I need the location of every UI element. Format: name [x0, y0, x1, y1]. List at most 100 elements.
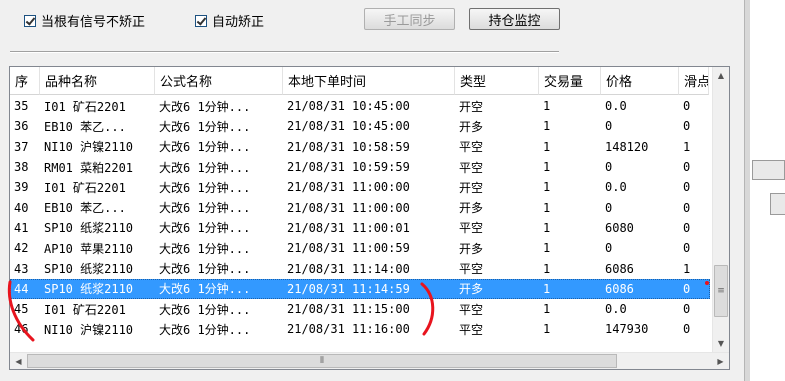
cell-slippage: 1	[683, 139, 691, 154]
table-row[interactable]: 39 I01 矿石2201 大改6 1分钟... 21/08/31 11:00:00 开…	[10, 177, 710, 197]
scroll-left-icon[interactable]: ◀	[10, 353, 27, 369]
list-rows: 35 I01 矿石2201 大改6 1分钟... 21/08/31 10:45:00 开…	[10, 96, 710, 340]
cell-type: 平空	[459, 262, 484, 277]
table-row-selected[interactable]: 44 SP10 纸浆2110 大改6 1分钟... 21/08/31 11:14:59…	[10, 278, 710, 299]
cell-symbol: SP10 纸浆2110	[44, 221, 134, 236]
checkbox-checked-icon[interactable]	[195, 14, 207, 27]
cell-slippage: 0	[683, 180, 691, 195]
table-row[interactable]: 38 RM01 菜粕2201 大改6 1分钟... 21/08/31 10:59:59…	[10, 157, 710, 177]
cell-type: 平空	[459, 160, 484, 175]
cell-symbol: NI10 沪镍2110	[44, 140, 134, 155]
cell-slippage: 0	[683, 302, 691, 317]
cell-volume: 1	[543, 119, 551, 134]
cell-slippage: 0	[683, 220, 691, 235]
cell-seq: 43	[14, 261, 29, 276]
cell-time: 21/08/31 10:45:00	[287, 119, 410, 134]
cell-seq: 40	[14, 200, 29, 215]
scroll-down-icon[interactable]: ▼	[713, 335, 729, 352]
horizontal-scrollbar[interactable]: ◀ ⦀ ▶	[10, 352, 729, 369]
divider	[10, 51, 559, 53]
cell-volume: 1	[543, 99, 551, 114]
cell-time: 21/08/31 10:59:59	[287, 160, 410, 175]
cell-price: 6086	[605, 281, 634, 296]
cell-type: 平空	[459, 140, 484, 155]
cell-time: 21/08/31 10:58:59	[287, 139, 410, 154]
table-row[interactable]: 46 NI10 沪镍2110 大改6 1分钟... 21/08/31 11:16:00…	[10, 319, 710, 339]
cell-symbol: EB10 苯乙...	[44, 119, 126, 134]
header-col-seq[interactable]: 序	[10, 67, 40, 95]
cell-slippage: 0	[683, 281, 691, 296]
cell-volume: 1	[543, 322, 551, 337]
vertical-scroll-thumb[interactable]: ≡	[714, 265, 728, 317]
cell-seq: 41	[14, 220, 29, 235]
cell-formula: 大改6 1分钟...	[159, 302, 251, 317]
cell-formula: 大改6 1分钟...	[159, 221, 251, 236]
horizontal-scroll-thumb[interactable]: ⦀	[27, 354, 617, 368]
cell-time: 21/08/31 11:00:00	[287, 180, 410, 195]
header-col-slippage[interactable]: 滑点	[679, 67, 709, 95]
table-row[interactable]: 42 AP10 苹果2110 大改6 1分钟... 21/08/31 11:00:59…	[10, 238, 710, 258]
auto-correct-option[interactable]: 自动矫正	[195, 11, 264, 30]
cell-time: 21/08/31 11:14:59	[287, 281, 410, 296]
position-monitor-button[interactable]: 持仓监控	[469, 8, 560, 30]
cell-time: 21/08/31 11:00:01	[287, 220, 410, 235]
cell-formula: 大改6 1分钟...	[159, 322, 251, 337]
cell-price: 148120	[605, 139, 649, 154]
cell-type: 平空	[459, 322, 484, 337]
cell-symbol: AP10 苹果2110	[44, 241, 134, 256]
scroll-right-icon[interactable]: ▶	[712, 353, 729, 369]
cell-symbol: RM01 菜粕2201	[44, 160, 134, 175]
cell-symbol: EB10 苯乙...	[44, 201, 126, 216]
table-row[interactable]: 36 EB10 苯乙... 大改6 1分钟... 21/08/31 10:45:00 开…	[10, 116, 710, 136]
order-list[interactable]: 序品种名称 公式名称 本地下单时间 类型 交易量 价格 滑点 35 I01 矿石2201 大改6…	[9, 66, 730, 370]
table-row[interactable]: 40 EB10 苯乙... 大改6 1分钟... 21/08/31 11:00:00 开…	[10, 197, 710, 217]
vertical-scrollbar[interactable]: ▲ ≡ ▼	[712, 67, 729, 352]
table-row[interactable]: 37 NI10 沪镍2110 大改6 1分钟... 21/08/31 10:58:59…	[10, 137, 710, 157]
cell-volume: 1	[543, 241, 551, 256]
cell-formula: 大改6 1分钟...	[159, 282, 251, 297]
cell-time: 21/08/31 11:15:00	[287, 302, 410, 317]
cell-price: 0	[605, 119, 613, 134]
scroll-up-icon[interactable]: ▲	[713, 67, 729, 84]
cell-price: 6086	[605, 261, 634, 276]
no-correct-when-signal-option[interactable]: 当根有信号不矫正	[24, 11, 145, 30]
cell-symbol: I01 矿石2201	[44, 99, 126, 114]
cell-formula: 大改6 1分钟...	[159, 201, 251, 216]
cell-type: 开空	[459, 180, 484, 195]
background-window	[750, 0, 785, 381]
header-col-symbol[interactable]: 品种名称	[40, 67, 155, 95]
cell-price: 0.0	[605, 180, 627, 195]
cell-price: 0	[605, 160, 613, 175]
cell-slippage: 0	[683, 322, 691, 337]
cell-slippage: 1	[683, 261, 691, 276]
main-panel: 当根有信号不矫正 自动矫正 手工同步 持仓监控 序品种名称 公式名称 本地下单时间类…	[0, 0, 750, 381]
cell-time: 21/08/31 11:00:59	[287, 241, 410, 256]
header-col-time[interactable]: 本地下单时间	[283, 67, 455, 95]
table-row[interactable]: 43 SP10 纸浆2110 大改6 1分钟... 21/08/31 11:14:00…	[10, 258, 710, 278]
cell-slippage: 0	[683, 241, 691, 256]
no-correct-when-signal-label: 当根有信号不矫正	[41, 15, 146, 30]
header-col-formula[interactable]: 公式名称	[155, 67, 283, 95]
cell-volume: 1	[543, 281, 551, 296]
cell-symbol: NI10 沪镍2110	[44, 322, 134, 337]
cell-formula: 大改6 1分钟...	[159, 140, 251, 155]
table-row[interactable]: 35 I01 矿石2201 大改6 1分钟... 21/08/31 10:45:00 开…	[10, 96, 710, 116]
cell-type: 开多	[459, 241, 484, 256]
cell-slippage: 0	[683, 200, 691, 215]
cell-seq: 45	[14, 302, 29, 317]
cell-seq: 39	[14, 180, 29, 195]
cell-type: 开多	[459, 201, 484, 216]
table-row[interactable]: 45 I01 矿石2201 大改6 1分钟... 21/08/31 11:15:00 平…	[10, 299, 710, 319]
header-col-price[interactable]: 价格	[601, 67, 679, 95]
cell-formula: 大改6 1分钟...	[159, 180, 251, 195]
cell-symbol: I01 矿石2201	[44, 180, 126, 195]
table-row[interactable]: 41 SP10 纸浆2110 大改6 1分钟... 21/08/31 11:00:01…	[10, 218, 710, 238]
manual-sync-button[interactable]: 手工同步	[364, 8, 455, 30]
cell-seq: 38	[14, 160, 29, 175]
auto-correct-label: 自动矫正	[212, 15, 265, 30]
cell-seq: 44	[14, 281, 29, 296]
checkbox-checked-icon[interactable]	[24, 14, 36, 27]
header-col-volume[interactable]: 交易量	[539, 67, 601, 95]
header-col-type[interactable]: 类型	[455, 67, 539, 95]
cell-volume: 1	[543, 302, 551, 317]
